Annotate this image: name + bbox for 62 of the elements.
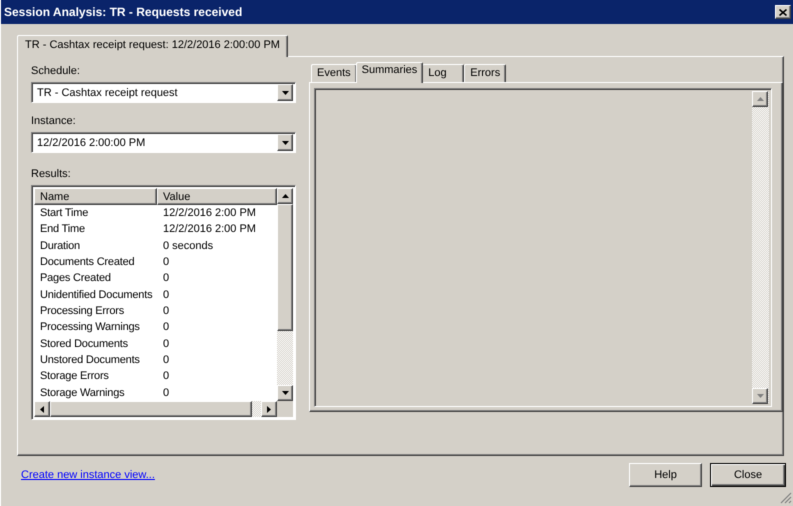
dropdown[interactable]: TR - Cashtax receipt request <box>31 82 296 103</box>
table-cell-text: Duration <box>39 240 81 252</box>
table-cell-text: 0 <box>162 354 170 366</box>
scrollbar-thumb[interactable] <box>277 204 293 331</box>
table-cell-text: Unidentified Documents <box>39 288 154 301</box>
column-header[interactable]: Name <box>34 188 157 205</box>
arrow-down-icon <box>282 391 288 395</box>
resize-grip-icon[interactable] <box>780 492 792 504</box>
scroll-right-button[interactable] <box>261 401 277 417</box>
dropdown-button[interactable] <box>277 84 293 101</box>
table-cell-text: 0 seconds <box>162 240 214 252</box>
caret-icon <box>282 140 288 144</box>
scrollbar[interactable] <box>34 401 277 417</box>
table-cell-text: Start Time <box>39 207 90 220</box>
tab[interactable]: TR - Cashtax receipt request: 12/2/2016 2:00:00 PM <box>17 35 288 57</box>
create-view-link[interactable]: Create new instance view... <box>21 469 621 481</box>
dropdown[interactable]: 12/2/2016 2:00:00 PM <box>31 132 296 153</box>
field-label: Instance: <box>31 115 77 129</box>
column-header[interactable]: Value <box>157 188 277 205</box>
table-cell-text: 0 <box>162 321 170 334</box>
table-cell-text: 0 <box>162 305 170 318</box>
caret-icon <box>282 90 288 94</box>
arrow-up-icon <box>756 97 764 101</box>
tab[interactable]: Summaries <box>356 62 424 83</box>
dialog-button[interactable]: Close <box>710 463 786 487</box>
field-label: Results: <box>31 168 72 182</box>
table-cell-text: 12/2/2016 2:00 PM <box>162 207 256 220</box>
arrow-left-icon <box>40 406 44 412</box>
table-cell-text: Documents Created <box>39 256 136 268</box>
table-cell-text: 0 <box>162 338 170 350</box>
table-cell-text: Unstored Documents <box>39 354 141 366</box>
table-cell-text: 0 <box>162 272 170 284</box>
table-cell-text: 12/2/2016 2:00 PM <box>162 223 256 236</box>
table-cell-text: 0 <box>162 386 170 399</box>
table-cell-text: Storage Warnings <box>39 386 126 399</box>
arrow-up-icon <box>282 194 288 198</box>
tab[interactable]: Log <box>422 64 464 82</box>
scroll-left-button[interactable] <box>34 401 50 417</box>
tab[interactable]: Events <box>311 64 357 82</box>
scroll-down-button[interactable] <box>277 385 293 401</box>
window-title: Session Analysis: TR - Requests received <box>4 5 244 19</box>
table-cell-text: 0 <box>162 370 170 382</box>
dialog-button[interactable]: Help <box>629 463 702 487</box>
table-cell-text: Pages Created <box>39 272 112 284</box>
scrollbar-thumb[interactable] <box>50 401 252 417</box>
dropdown-button[interactable] <box>277 134 293 151</box>
tab[interactable]: Errors <box>464 64 506 82</box>
close-icon <box>779 8 787 16</box>
scroll-up-button[interactable] <box>277 188 293 204</box>
field-label: Schedule: <box>31 65 81 79</box>
arrow-down-icon <box>756 394 764 398</box>
table-cell-text: Storage Errors <box>39 370 110 382</box>
table-cell-text: 0 <box>162 256 170 268</box>
window-close-button[interactable] <box>775 5 791 19</box>
table-cell-text: 0 <box>162 288 170 301</box>
table-cell-text: Stored Documents <box>39 338 129 350</box>
scrollbar[interactable] <box>277 188 293 401</box>
table-cell-text: Processing Warnings <box>39 321 141 334</box>
scrollbar-corner <box>277 401 293 417</box>
table-cell-text: Processing Errors <box>39 305 126 318</box>
table-cell-text: End Time <box>39 223 86 236</box>
arrow-right-icon <box>267 406 271 412</box>
